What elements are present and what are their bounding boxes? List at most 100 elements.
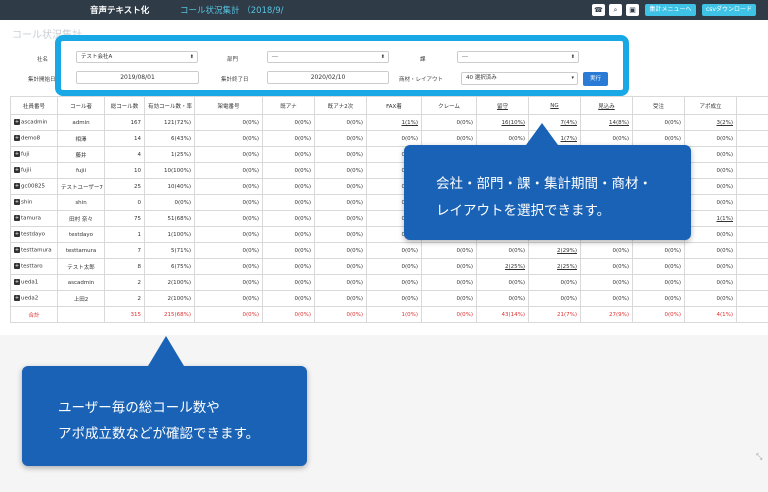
cell-value[interactable]: 14(8%) xyxy=(609,120,629,126)
table-cell: 0(0%) xyxy=(684,242,737,259)
expand-plus-icon[interactable]: + xyxy=(14,183,20,190)
cell-value: 0(0%) xyxy=(346,167,363,174)
employee-id: ascadmin xyxy=(21,119,48,126)
cell-value: 0(0%) xyxy=(612,295,629,302)
table-cell: 3(2%) xyxy=(684,114,737,131)
cell-value[interactable]: 2(29%) xyxy=(557,248,577,254)
total-cell xyxy=(57,306,105,323)
column-header[interactable]: NG xyxy=(528,96,581,115)
table-cell: + testtaro xyxy=(10,258,58,275)
cell-value[interactable]: 7(4%) xyxy=(560,120,577,126)
expand-plus-icon[interactable]: + xyxy=(14,247,20,254)
cell-value: 0(0%) xyxy=(294,119,311,126)
cell-value: 7 xyxy=(137,247,142,254)
cell-value: 2(100%) xyxy=(167,295,191,302)
expand-plus-icon[interactable]: + xyxy=(14,119,20,126)
cell-value: 0(0%) xyxy=(664,263,681,270)
cell-value: 0(0%) xyxy=(508,295,525,302)
employee-id: fujii xyxy=(21,167,32,174)
cell-value: 0(0%) xyxy=(346,295,363,302)
table-row[interactable]: + ueda1 ascadmin 2 2(100%) 0(0%) 0(0%) 0(0%) 0(0… xyxy=(10,274,768,291)
table-tooltip-line1: ユーザー毎の総コール数や xyxy=(58,400,220,416)
table-cell: 2 xyxy=(104,274,145,291)
table-cell: 0(0%) xyxy=(528,274,581,291)
expand-plus-icon[interactable]: + xyxy=(14,151,20,158)
expand-plus-icon[interactable]: + xyxy=(14,279,20,286)
cell-value: 0(0%) xyxy=(664,119,681,126)
cell-value[interactable]: 2(25%) xyxy=(557,264,577,270)
cell-value: 0(0%) xyxy=(346,119,363,126)
expand-plus-icon[interactable]: + xyxy=(14,295,20,302)
expand-plus-icon[interactable]: + xyxy=(14,263,20,270)
table-cell: + fujii xyxy=(10,162,58,179)
cell-value[interactable]: 3(2%) xyxy=(716,120,733,126)
cell-value: 0(0%) xyxy=(294,151,311,158)
cell-value: 0(0%) xyxy=(242,231,259,238)
csv-download-button[interactable]: csvダウンロード xyxy=(702,4,756,16)
table-row[interactable]: + testtaro テスト太郎 8 6(75%) 0(0%) 0(0%) 0(0%) 0(0%… xyxy=(10,258,768,275)
cell-value: 0(0%) xyxy=(716,247,733,254)
table-cell: テスト太郎 xyxy=(57,258,105,275)
phone-icon[interactable]: ☎ xyxy=(592,4,605,16)
column-header: FAX着 xyxy=(366,96,422,115)
total-cell: 1(0%) xyxy=(366,306,422,323)
cell-value[interactable]: 16(10%) xyxy=(501,120,525,126)
cell-value: 167 xyxy=(130,119,142,126)
resize-handle-icon[interactable]: ⤡ xyxy=(756,452,766,462)
table-cell xyxy=(736,178,768,195)
expand-plus-icon[interactable]: + xyxy=(14,215,20,222)
table-cell: 0(0%) xyxy=(262,130,315,147)
cell-value: 0(0%) xyxy=(612,135,629,142)
column-header: 有効コール数・率 xyxy=(144,96,195,115)
employee-id: testtaro xyxy=(21,263,43,270)
table-cell xyxy=(736,162,768,179)
column-header[interactable]: 留守 xyxy=(476,96,529,115)
cell-value: 0(0%) xyxy=(346,135,363,142)
table-cell: 1(1%) xyxy=(366,114,422,131)
menu-button[interactable]: 集計メニューへ xyxy=(645,4,696,16)
table-cell: 121(72%) xyxy=(144,114,195,131)
expand-plus-icon[interactable]: + xyxy=(14,231,20,238)
cell-value: 0(0%) xyxy=(294,295,311,302)
table-cell: 0(0%) xyxy=(580,290,633,307)
table-row[interactable]: + ascadmin admin 167 121(72%) 0(0%) 0(0%) 0(0%)… xyxy=(10,114,768,131)
top-bar: 音声テキスト化 コール状況集計 （2018/9/ ☎ ⌕ ▣ 集計メニューへ c… xyxy=(0,0,768,20)
cell-value: 0(0%) xyxy=(294,183,311,190)
cell-value: 6(75%) xyxy=(170,263,191,270)
expand-plus-icon[interactable]: + xyxy=(14,167,20,174)
table-cell: 0(0%) xyxy=(194,226,263,243)
column-header[interactable]: 見込み xyxy=(580,96,633,115)
expand-plus-icon[interactable]: + xyxy=(14,199,20,206)
filter-highlight-frame xyxy=(55,35,629,96)
filter-tooltip-line1: 会社・部門・課・集計期間・商材・ xyxy=(436,176,652,192)
table-cell: 2(29%) xyxy=(528,242,581,259)
table-cell: 田村 奈々 xyxy=(57,210,105,227)
cell-value[interactable]: 1(7%) xyxy=(560,136,577,142)
cell-value[interactable]: 1(1%) xyxy=(401,120,418,126)
cell-value[interactable]: 1(1%) xyxy=(716,216,733,222)
table-row[interactable]: + ueda2 上田2 2 2(100%) 0(0%) 0(0%) 0(0%) 0(0%) 0(0… xyxy=(10,290,768,307)
expand-plus-icon[interactable]: + xyxy=(14,135,20,142)
table-cell: 0(0%) xyxy=(684,274,737,291)
table-cell: 6(75%) xyxy=(144,258,195,275)
table-cell: 0(0%) xyxy=(314,210,367,227)
cell-value: 0(0%) xyxy=(612,279,629,286)
table-row[interactable]: + testtamura testtamura 7 5(71%) 0(0%) 0(0%) 0(… xyxy=(10,242,768,259)
cell-value: 0(0%) xyxy=(401,263,418,270)
cell-value: testtamura xyxy=(65,247,97,254)
user-icon[interactable]: ▣ xyxy=(626,4,639,16)
cell-value[interactable]: 2(25%) xyxy=(505,264,525,270)
cell-value: 0(0%) xyxy=(346,199,363,206)
table-cell: 0(0%) xyxy=(632,274,685,291)
cell-value: 14 xyxy=(134,135,141,142)
table-cell: testtamura xyxy=(57,242,105,259)
search-icon[interactable]: ⌕ xyxy=(609,4,622,16)
cell-value: 0(0%) xyxy=(456,247,473,254)
cell-value: 0(0%) xyxy=(346,215,363,222)
table-cell: 75 xyxy=(104,210,145,227)
table-cell: 0(0%) xyxy=(632,258,685,275)
cell-value: 1(100%) xyxy=(167,231,191,238)
table-cell: + ueda2 xyxy=(10,290,58,307)
column-header: クレーム xyxy=(421,96,477,115)
cell-value: 0(0%) xyxy=(346,279,363,286)
